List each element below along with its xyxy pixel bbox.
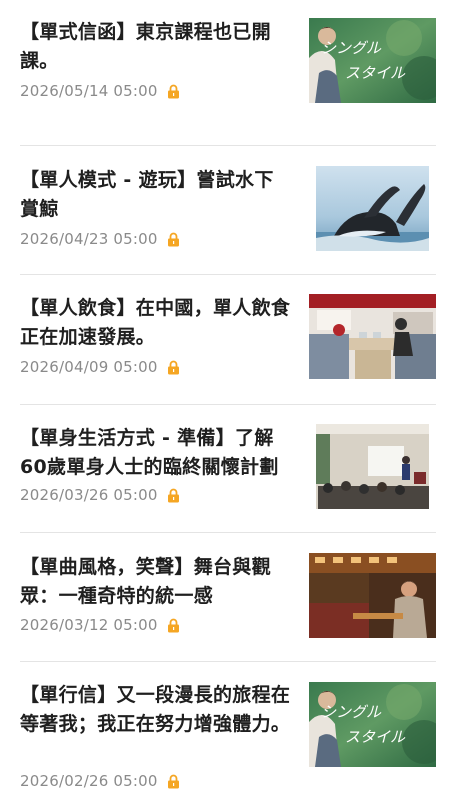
article-title[interactable]: 【單式信函】東京課程也已開課。 bbox=[20, 18, 292, 76]
single-style-photo: シングル スタイル bbox=[309, 18, 436, 103]
article-date: 2026/04/23 05:00 bbox=[20, 230, 158, 248]
article-thumbnail[interactable]: シングル スタイル bbox=[309, 18, 436, 103]
separator bbox=[20, 274, 436, 275]
restaurant-booth-photo bbox=[309, 294, 436, 379]
article-meta: 2026/03/12 05:00 bbox=[20, 616, 180, 634]
article-date: 2026/05/14 05:00 bbox=[20, 82, 158, 100]
article-thumbnail[interactable] bbox=[309, 553, 436, 638]
lock-icon bbox=[167, 360, 179, 374]
article-thumbnail[interactable]: シングル スタイル bbox=[309, 682, 436, 767]
article-date: 2026/03/12 05:00 bbox=[20, 616, 158, 634]
article-meta: 2026/04/23 05:00 bbox=[20, 230, 180, 248]
article-title[interactable]: 【單人模式 - 遊玩】嘗試水下賞鯨 bbox=[20, 166, 282, 224]
thumb-caption-1: シングル bbox=[321, 703, 382, 721]
article-item[interactable]: 【單身生活方式 - 準備】了解60歲單身人士的臨終關懷計劃 2026/03/26… bbox=[20, 424, 436, 524]
lock-icon bbox=[167, 618, 179, 632]
article-item[interactable]: 【單曲風格，笑聲】舞台與觀眾：一種奇特的統一感 2026/03/12 05:00 bbox=[20, 553, 436, 653]
article-item[interactable]: 【單人飲食】在中國，單人飲食正在加速發展。 2026/04/09 05:00 bbox=[20, 294, 436, 394]
article-date: 2026/02/26 05:00 bbox=[20, 772, 158, 790]
lock-icon bbox=[167, 488, 179, 502]
article-thumbnail[interactable] bbox=[309, 294, 436, 379]
lock-icon bbox=[167, 232, 179, 246]
article-title[interactable]: 【單曲風格，笑聲】舞台與觀眾：一種奇特的統一感 bbox=[20, 553, 292, 611]
thumb-caption-2: スタイル bbox=[345, 728, 406, 746]
article-meta: 2026/03/26 05:00 bbox=[20, 486, 180, 504]
thumb-caption-2: スタイル bbox=[345, 64, 406, 82]
thumb-caption-1: シングル bbox=[321, 39, 382, 57]
article-date: 2026/03/26 05:00 bbox=[20, 486, 158, 504]
article-meta: 2026/04/09 05:00 bbox=[20, 358, 180, 376]
article-thumbnail[interactable] bbox=[316, 166, 429, 251]
separator bbox=[20, 404, 436, 405]
article-meta: 2026/05/14 05:00 bbox=[20, 82, 180, 100]
lock-icon bbox=[167, 84, 179, 98]
article-item[interactable]: 【單行信】又一段漫長的旅程在等著我；我正在努力增強體力。 2026/02/26 … bbox=[20, 681, 436, 791]
article-thumbnail[interactable] bbox=[316, 424, 429, 509]
article-item[interactable]: 【單式信函】東京課程也已開課。 2026/05/14 05:00 シングル スタ… bbox=[20, 18, 436, 128]
whale-photo bbox=[316, 166, 429, 251]
separator bbox=[20, 532, 436, 533]
article-date: 2026/04/09 05:00 bbox=[20, 358, 158, 376]
article-title[interactable]: 【單身生活方式 - 準備】了解60歲單身人士的臨終關懷計劃 bbox=[20, 424, 292, 482]
article-title[interactable]: 【單人飲食】在中國，單人飲食正在加速發展。 bbox=[20, 294, 292, 352]
single-style-photo: シングル スタイル bbox=[309, 682, 436, 767]
separator bbox=[20, 661, 436, 662]
article-title[interactable]: 【單行信】又一段漫長的旅程在等著我；我正在努力增強體力。 bbox=[20, 681, 292, 739]
lock-icon bbox=[167, 774, 179, 788]
article-meta: 2026/02/26 05:00 bbox=[20, 772, 180, 790]
theater-audience-photo bbox=[309, 553, 436, 638]
article-item[interactable]: 【單人模式 - 遊玩】嘗試水下賞鯨 2026/04/23 05:00 bbox=[20, 166, 436, 266]
seminar-room-photo bbox=[316, 424, 429, 509]
separator bbox=[20, 145, 436, 146]
